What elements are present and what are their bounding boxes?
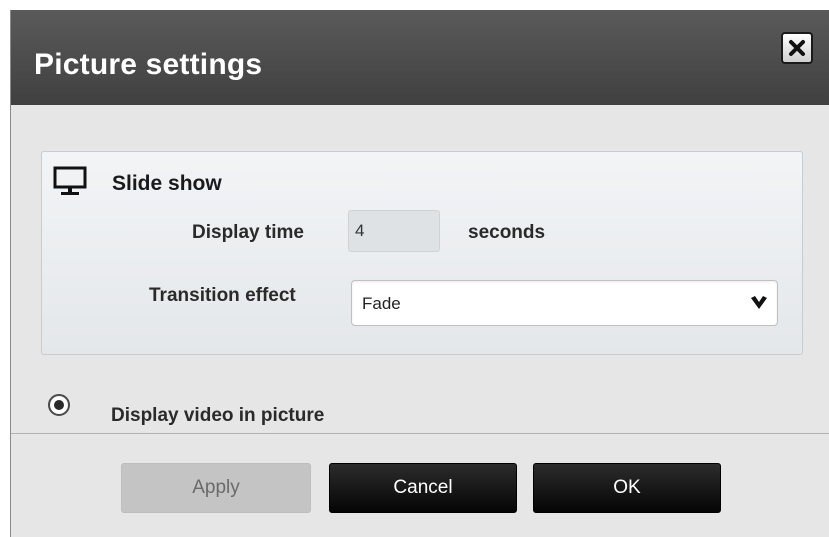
- dialog-content: Slide show Display time seconds Transiti…: [11, 105, 829, 433]
- display-time-input[interactable]: [348, 210, 440, 252]
- picture-settings-dialog: Picture settings Slide show Display time…: [10, 10, 829, 537]
- transition-effect-value: Fade: [362, 294, 401, 313]
- transition-effect-label: Transition effect: [149, 285, 296, 306]
- slide-show-group: Slide show Display time seconds Transiti…: [41, 151, 803, 355]
- display-video-radio[interactable]: [48, 394, 70, 416]
- dialog-title: Picture settings: [34, 48, 263, 81]
- monitor-icon: [53, 166, 87, 195]
- apply-button[interactable]: Apply: [121, 463, 311, 513]
- dialog-footer: Apply Cancel OK: [11, 433, 829, 537]
- radio-selected-dot: [54, 400, 64, 410]
- close-icon: [789, 40, 805, 56]
- title-bar: Picture settings: [11, 10, 829, 105]
- close-button[interactable]: [781, 32, 813, 64]
- cancel-button[interactable]: Cancel: [329, 463, 517, 513]
- display-video-label[interactable]: Display video in picture: [111, 405, 324, 427]
- display-time-label: Display time: [192, 222, 304, 243]
- seconds-unit-label: seconds: [468, 222, 546, 243]
- chevron-down-icon: [751, 296, 767, 309]
- slide-show-title: Slide show: [112, 172, 222, 195]
- transition-effect-select[interactable]: Fade: [351, 280, 778, 326]
- ok-button[interactable]: OK: [533, 463, 721, 513]
